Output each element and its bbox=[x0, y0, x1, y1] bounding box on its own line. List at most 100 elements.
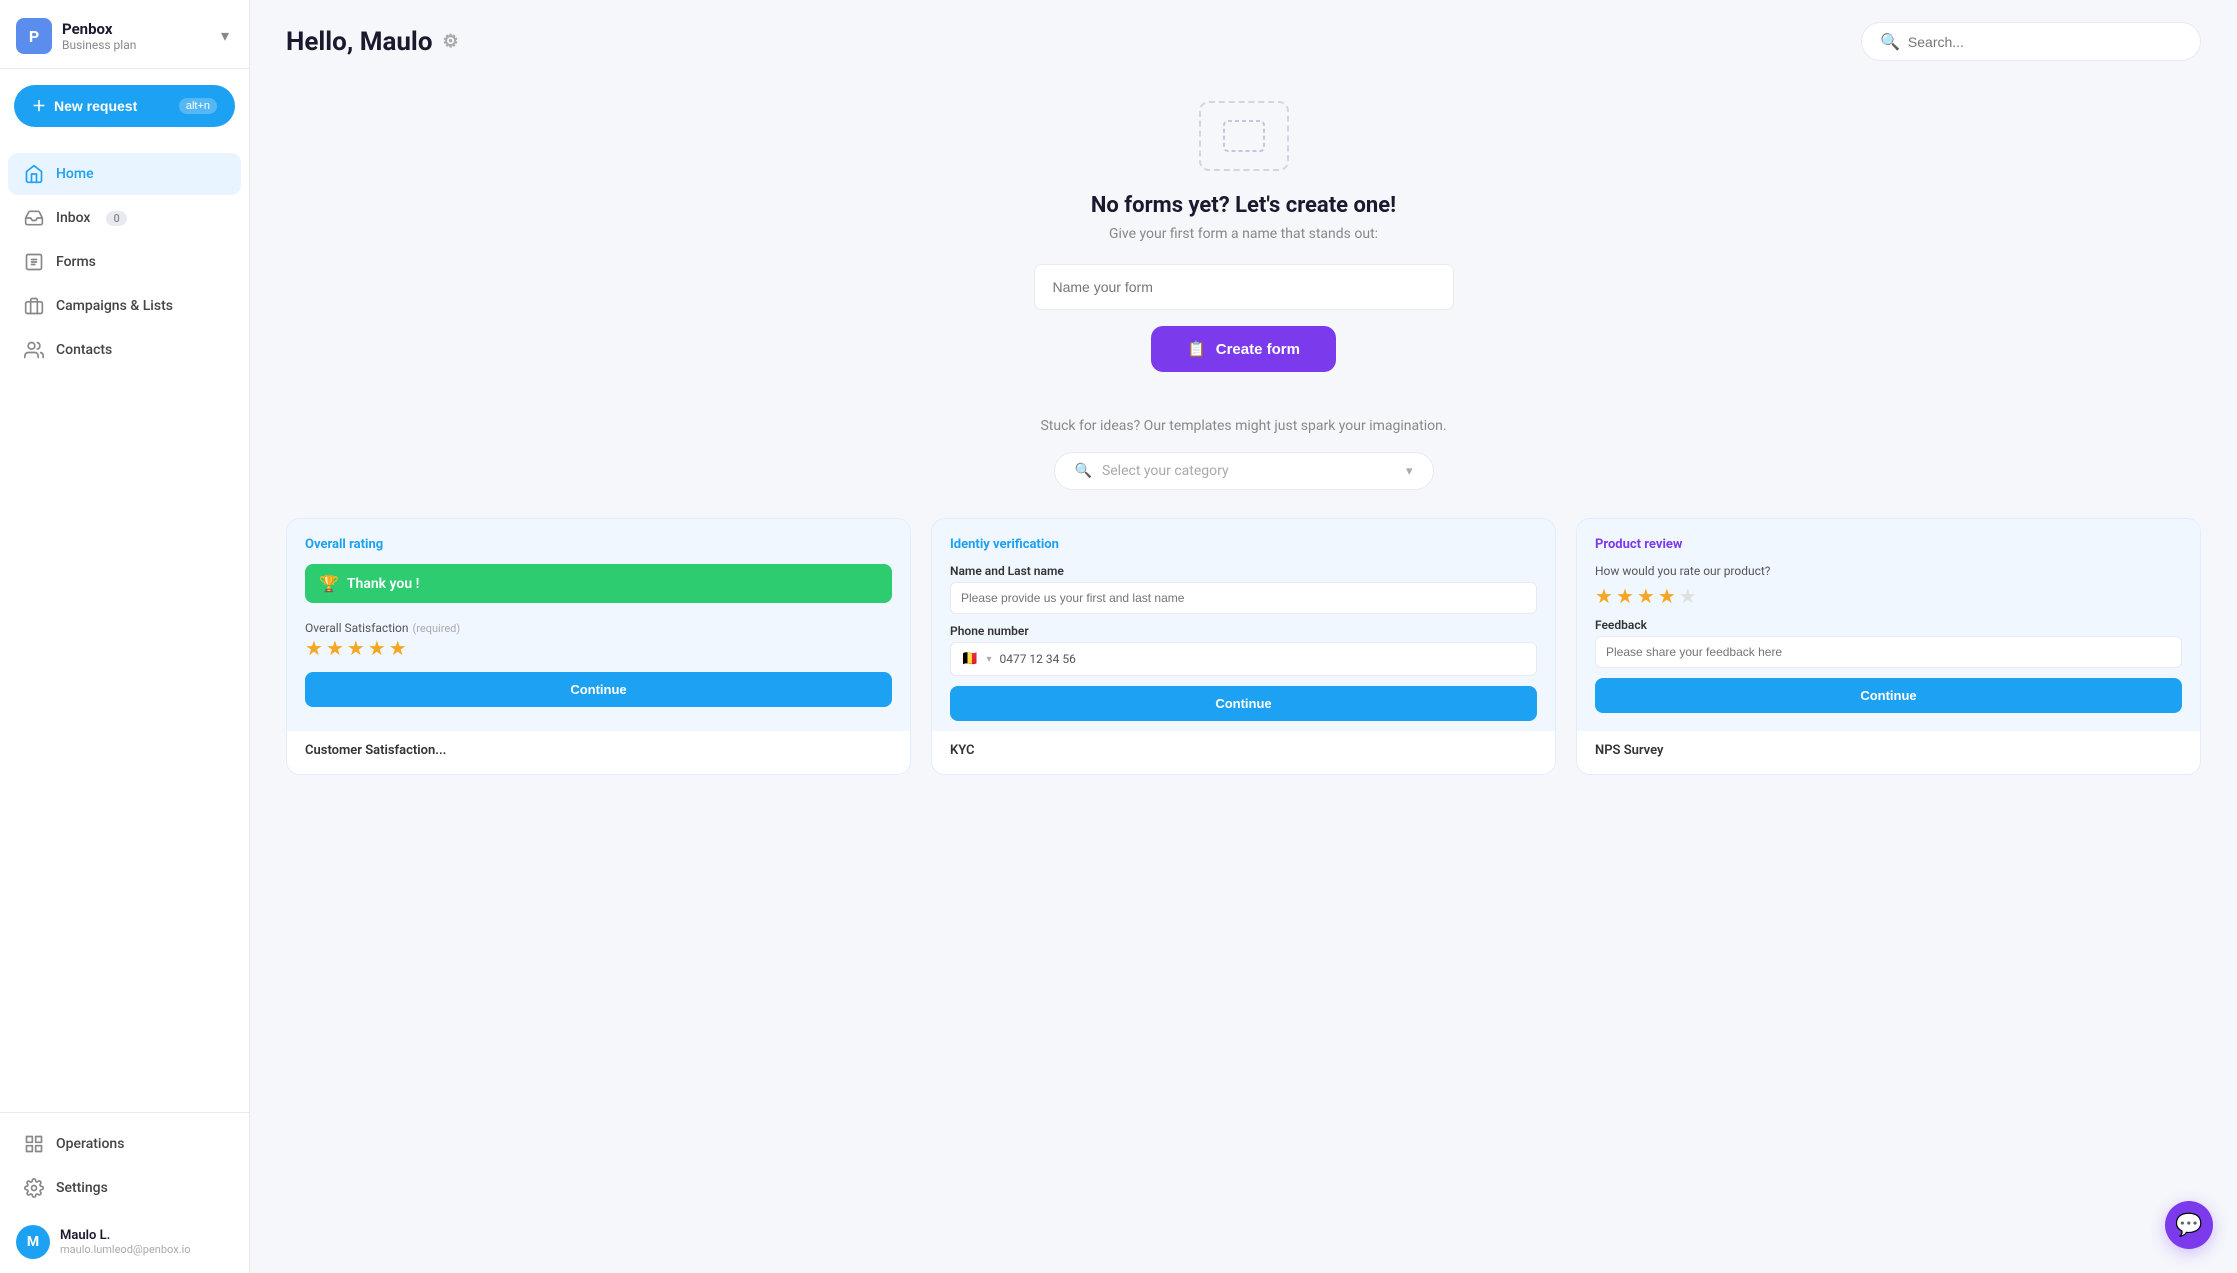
search-input[interactable] bbox=[1908, 34, 2182, 50]
star-4: ★ bbox=[368, 636, 386, 660]
chat-widget-button[interactable]: 💬 bbox=[2165, 1201, 2213, 1249]
campaigns-icon bbox=[24, 296, 44, 316]
sidebar-item-home-label: Home bbox=[56, 166, 94, 182]
sidebar-item-contacts[interactable]: Contacts bbox=[8, 329, 241, 371]
user-name: Maulo L. bbox=[60, 1228, 191, 1243]
sidebar-item-campaigns-label: Campaigns & Lists bbox=[56, 298, 173, 314]
card-preview-kyc: Identiy verification Name and Last name … bbox=[932, 519, 1555, 731]
search-bar[interactable]: 🔍 bbox=[1861, 22, 2201, 61]
continue-button-kyc[interactable]: Continue bbox=[950, 686, 1537, 721]
template-card-nps: Product review How would you rate our pr… bbox=[1576, 518, 2201, 775]
create-form-button[interactable]: 📋 Create form bbox=[1151, 326, 1336, 372]
star-burst-icon: 🏆 bbox=[319, 574, 339, 593]
sidebar-bottom: Operations Settings M Maulo L. maulo.lum… bbox=[0, 1112, 249, 1273]
sidebar-item-settings-label: Settings bbox=[56, 1180, 108, 1196]
satisfaction-row: Overall Satisfaction (required) bbox=[305, 617, 892, 636]
new-request-button[interactable]: ＋ New request alt+n bbox=[14, 85, 235, 127]
phone-field-group: Phone number 🇧🇪 ▾ 0477 12 34 56 bbox=[950, 624, 1537, 676]
name-field-label: Name and Last name bbox=[950, 564, 1537, 578]
feedback-input[interactable] bbox=[1595, 636, 2182, 668]
user-email: maulo.lumleod@penbox.io bbox=[60, 1243, 191, 1256]
sidebar-item-forms-label: Forms bbox=[56, 254, 96, 270]
sidebar-item-home[interactable]: Home bbox=[8, 153, 241, 195]
sidebar-nav: Home Inbox 0 Forms Campaigns & Lists Con… bbox=[0, 143, 249, 1112]
sidebar-item-contacts-label: Contacts bbox=[56, 342, 112, 358]
thankyou-text: Thank you ! bbox=[347, 576, 419, 592]
category-dropdown[interactable]: 🔍 Select your category ▾ bbox=[1054, 452, 1434, 490]
card-footer-satisfaction: Customer Satisfaction... bbox=[287, 731, 910, 774]
form-name-input[interactable] bbox=[1034, 264, 1454, 310]
satisfaction-label: Overall Satisfaction bbox=[305, 621, 409, 635]
review-star-3: ★ bbox=[1637, 584, 1655, 608]
continue-button-nps[interactable]: Continue bbox=[1595, 678, 2182, 713]
main-header: Hello, Maulo ⚙ 🔍 bbox=[250, 0, 2237, 71]
brand-info: Penbox Business plan bbox=[62, 20, 136, 52]
review-star-4: ★ bbox=[1658, 584, 1676, 608]
home-icon bbox=[24, 164, 44, 184]
feedback-field-group: Feedback bbox=[1595, 618, 2182, 668]
star-rating: ★ ★ ★ ★ ★ bbox=[305, 636, 892, 660]
brand-avatar: P bbox=[16, 18, 52, 54]
review-star-5: ★ bbox=[1679, 584, 1697, 608]
hero-section: No forms yet? Let's create one! Give you… bbox=[250, 71, 2237, 418]
star-2: ★ bbox=[326, 636, 344, 660]
thankyou-banner: 🏆 Thank you ! bbox=[305, 564, 892, 603]
star-5: ★ bbox=[389, 636, 407, 660]
search-icon: 🔍 bbox=[1880, 32, 1900, 51]
brand-plan: Business plan bbox=[62, 38, 136, 52]
card-name-nps: NPS Survey bbox=[1595, 743, 2182, 758]
review-stars: ★ ★ ★ ★ ★ bbox=[1595, 584, 2182, 608]
phone-flag-icon: 🇧🇪 bbox=[961, 651, 978, 667]
new-request-shortcut: alt+n bbox=[179, 98, 217, 114]
sidebar-item-operations-label: Operations bbox=[56, 1136, 124, 1152]
inbox-icon bbox=[24, 208, 44, 228]
card-label-satisfaction: Overall rating bbox=[305, 537, 892, 552]
templates-hint: Stuck for ideas? Our templates might jus… bbox=[286, 418, 2201, 434]
search-icon-dropdown: 🔍 bbox=[1075, 463, 1092, 479]
card-label-nps: Product review bbox=[1595, 537, 2182, 552]
card-footer-nps: NPS Survey bbox=[1577, 731, 2200, 774]
name-field-group: Name and Last name bbox=[950, 564, 1537, 614]
sidebar-item-campaigns[interactable]: Campaigns & Lists bbox=[8, 285, 241, 327]
template-card-customer-satisfaction: Overall rating 🏆 Thank you ! Overall Sat… bbox=[286, 518, 911, 775]
hero-title: No forms yet? Let's create one! bbox=[1091, 193, 1396, 218]
empty-state-illustration bbox=[1199, 101, 1289, 171]
sidebar-item-inbox-label: Inbox bbox=[56, 210, 90, 226]
name-field-input[interactable] bbox=[950, 582, 1537, 614]
star-3: ★ bbox=[347, 636, 365, 660]
review-star-1: ★ bbox=[1595, 584, 1613, 608]
card-preview-nps: Product review How would you rate our pr… bbox=[1577, 519, 2200, 731]
satisfaction-required: (required) bbox=[412, 622, 460, 635]
card-footer-kyc: KYC bbox=[932, 731, 1555, 774]
sidebar-item-settings[interactable]: Settings bbox=[8, 1167, 241, 1209]
forms-icon bbox=[24, 252, 44, 272]
inbox-badge: 0 bbox=[106, 211, 126, 226]
phone-number: 0477 12 34 56 bbox=[999, 652, 1075, 666]
settings-small-icon[interactable]: ⚙ bbox=[443, 31, 459, 52]
main-content: Hello, Maulo ⚙ 🔍 No forms yet? Let's cre… bbox=[250, 0, 2237, 1273]
template-card-kyc: Identiy verification Name and Last name … bbox=[931, 518, 1556, 775]
sidebar-item-operations[interactable]: Operations bbox=[8, 1123, 241, 1165]
card-name-kyc: KYC bbox=[950, 743, 1537, 758]
brand-expand-button[interactable]: ▾ bbox=[217, 22, 233, 50]
templates-section: Stuck for ideas? Our templates might jus… bbox=[250, 418, 2237, 811]
phone-input-wrap[interactable]: 🇧🇪 ▾ 0477 12 34 56 bbox=[950, 642, 1537, 676]
greeting-text: Hello, Maulo bbox=[286, 27, 433, 57]
sidebar: P Penbox Business plan ▾ ＋ New request a… bbox=[0, 0, 250, 1273]
user-profile[interactable]: M Maulo L. maulo.lumleod@penbox.io bbox=[0, 1211, 249, 1273]
chevron-down-icon: ▾ bbox=[1406, 464, 1413, 479]
chat-icon: 💬 bbox=[2175, 1213, 2202, 1238]
hero-subtitle: Give your first form a name that stands … bbox=[1109, 226, 1378, 242]
sidebar-item-forms[interactable]: Forms bbox=[8, 241, 241, 283]
user-details: Maulo L. maulo.lumleod@penbox.io bbox=[60, 1228, 191, 1256]
review-star-2: ★ bbox=[1616, 584, 1634, 608]
continue-button-satisfaction[interactable]: Continue bbox=[305, 672, 892, 707]
phone-field-label: Phone number bbox=[950, 624, 1537, 638]
card-name-satisfaction: Customer Satisfaction... bbox=[305, 743, 892, 758]
brand-name: Penbox bbox=[62, 20, 136, 38]
user-avatar: M bbox=[16, 1225, 50, 1259]
sidebar-item-inbox[interactable]: Inbox 0 bbox=[8, 197, 241, 239]
category-placeholder: Select your category bbox=[1102, 463, 1229, 479]
page-title: Hello, Maulo ⚙ bbox=[286, 27, 459, 57]
plus-icon: ＋ bbox=[32, 96, 46, 116]
